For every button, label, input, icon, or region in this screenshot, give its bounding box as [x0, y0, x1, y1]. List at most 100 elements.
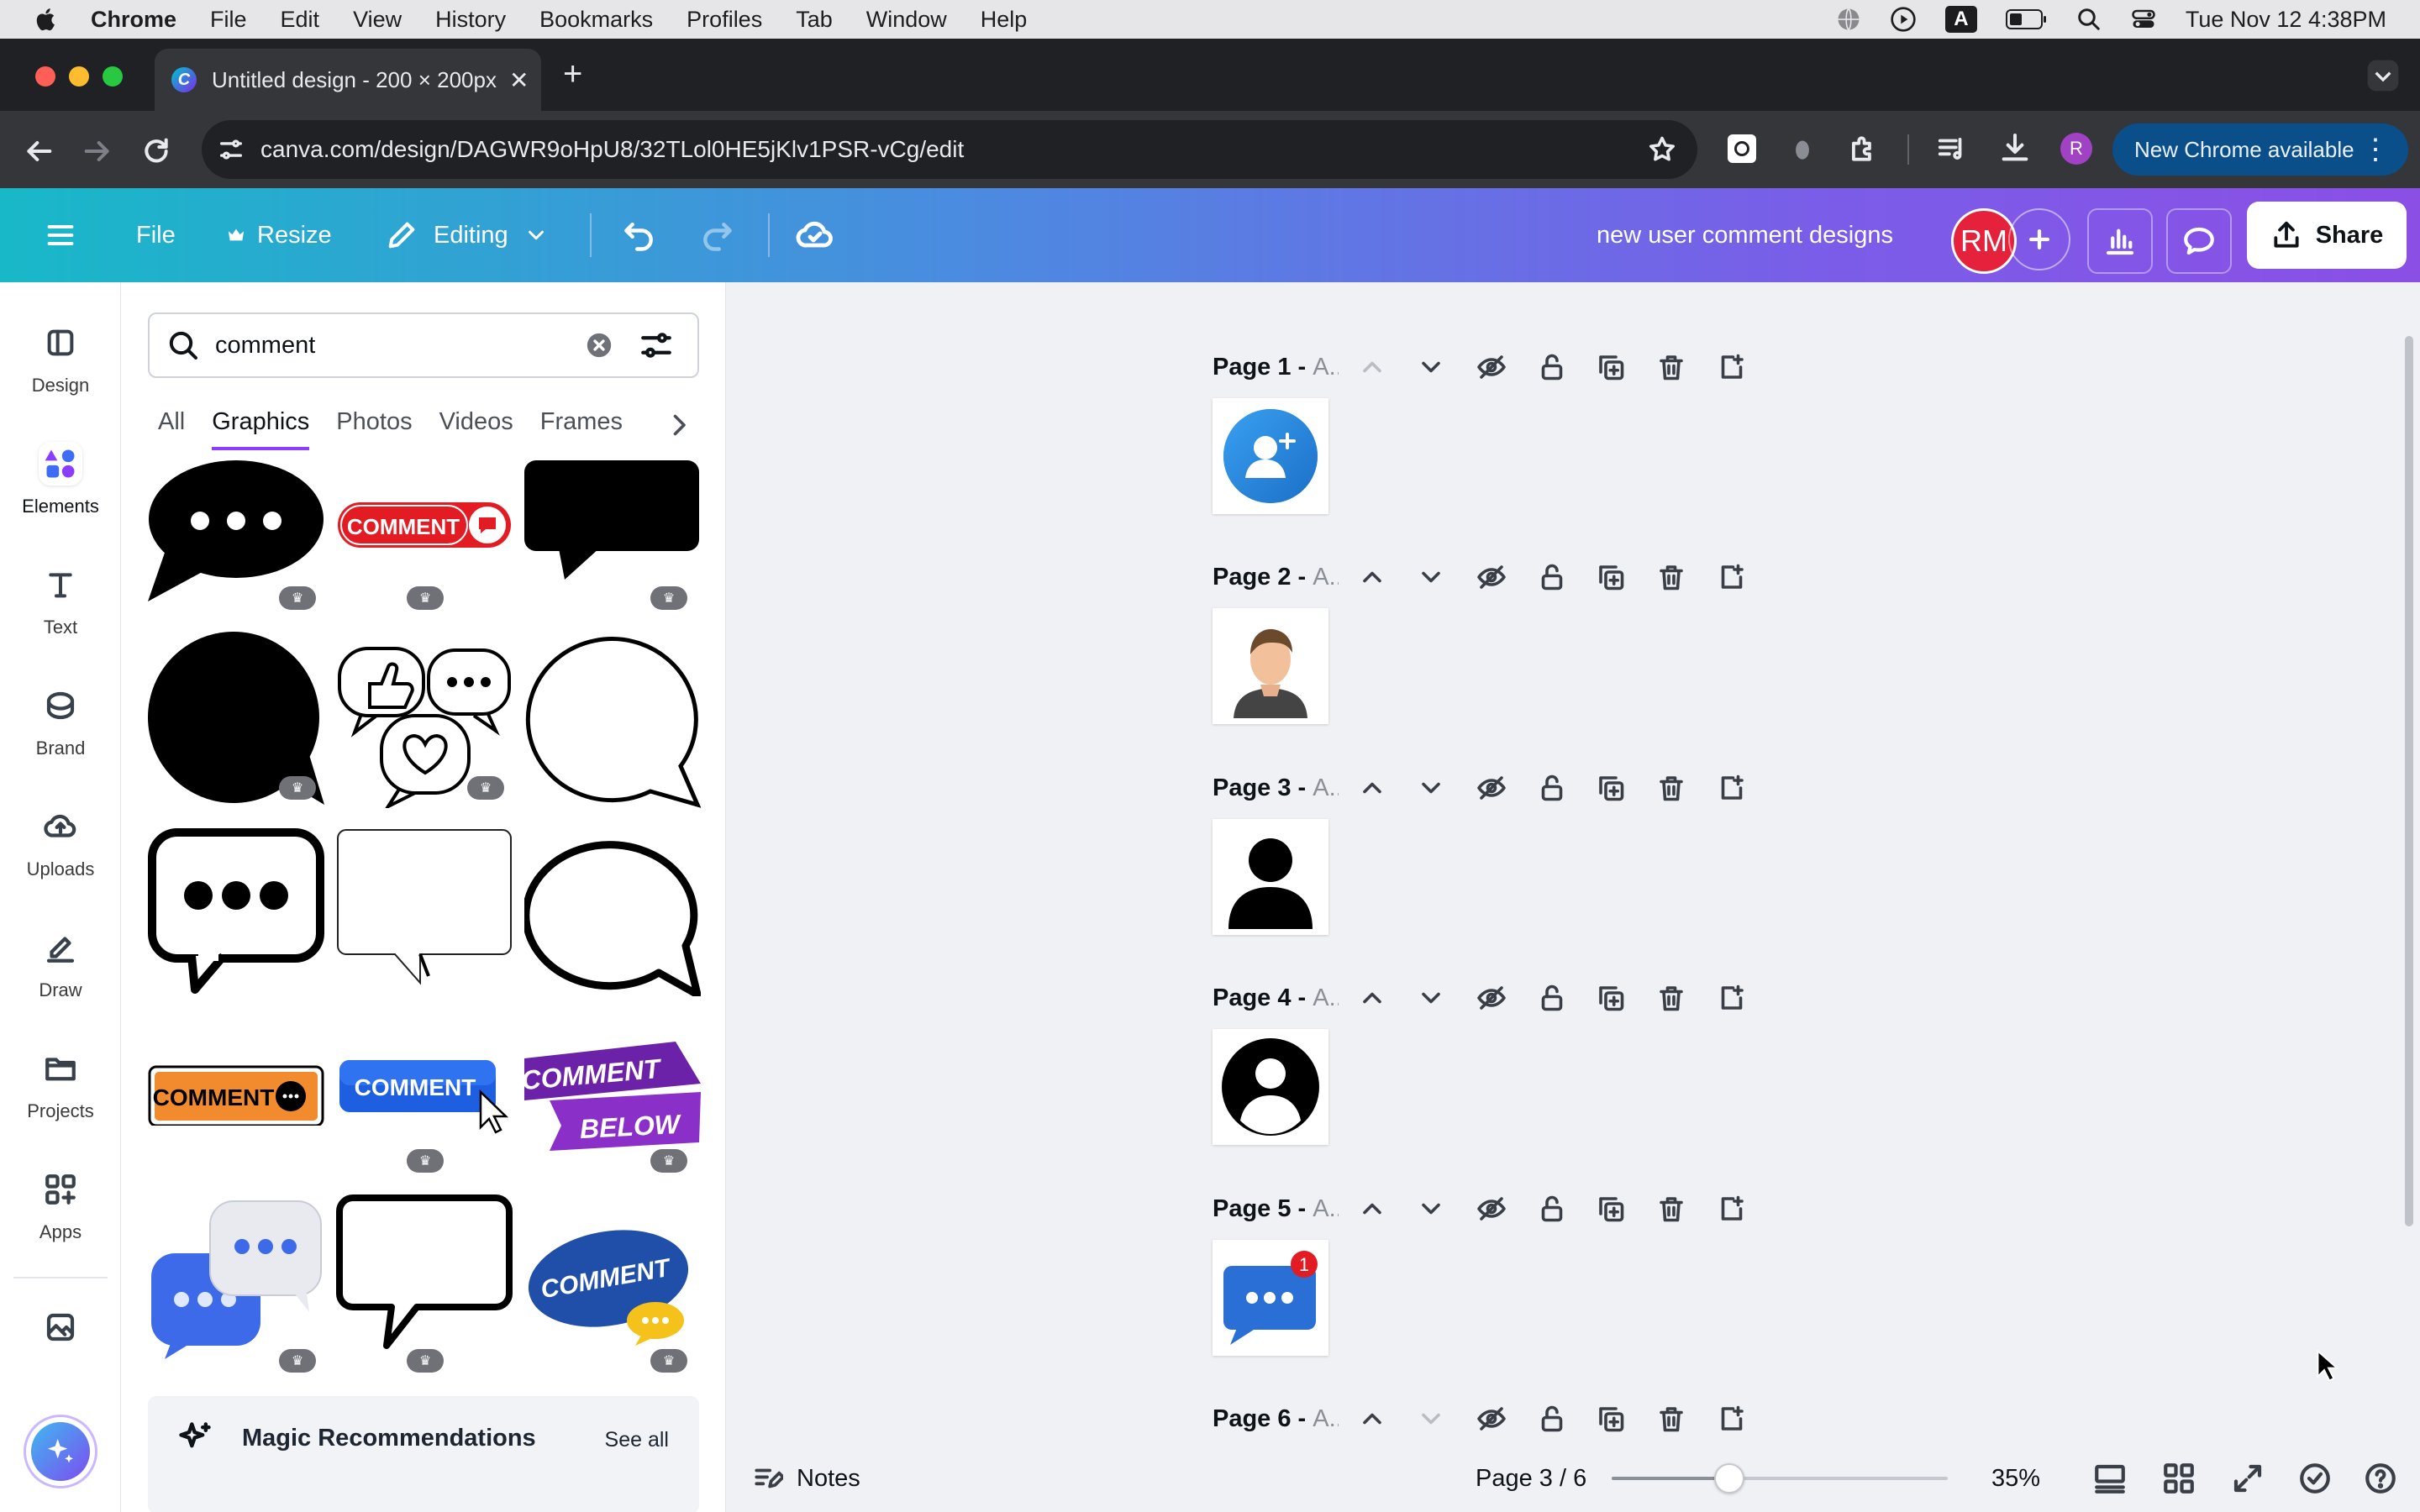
rail-text[interactable]: Text	[0, 563, 121, 638]
move-page-down-icon[interactable]	[1413, 980, 1449, 1016]
address-bar[interactable]: canva.com/design/DAGWR9oHpU8/32TLol0HE5j…	[202, 120, 1697, 179]
page-3-thumbnail-user-silhouette[interactable]	[1213, 819, 1328, 935]
page-header[interactable]: Page 6 - A...	[1213, 1398, 1339, 1440]
graphic-comment-orange-button[interactable]: COMMENT	[148, 1042, 324, 1168]
notes-button[interactable]: Notes	[751, 1462, 860, 1494]
page-5-thumbnail-chat-notification[interactable]: 1	[1213, 1240, 1328, 1356]
window-minimize-button[interactable]	[69, 66, 89, 87]
lock-page-icon[interactable]	[1534, 349, 1570, 385]
fullscreen-icon[interactable]	[2230, 1461, 2265, 1496]
move-page-down-icon[interactable]	[1413, 770, 1449, 806]
tab-graphics[interactable]: Graphics	[212, 408, 310, 450]
globe-icon[interactable]	[1836, 7, 1861, 32]
page-title[interactable]: Page 2 -	[1213, 564, 1313, 591]
window-close-button[interactable]	[35, 66, 55, 87]
page-title[interactable]: Page 3 -	[1213, 774, 1313, 801]
forward-arrow-icon[interactable]	[81, 134, 114, 168]
spotlight-search-icon[interactable]	[2076, 7, 2102, 32]
input-source-icon[interactable]: A	[1944, 6, 1977, 33]
rail-photos[interactable]	[0, 1305, 121, 1359]
rail-elements[interactable]: Elements	[0, 442, 121, 517]
add-page-icon[interactable]	[1714, 770, 1749, 806]
control-center-icon[interactable]	[2130, 7, 2157, 32]
hide-page-icon[interactable]	[1474, 559, 1509, 595]
tab-all[interactable]: All	[158, 408, 185, 450]
download-icon[interactable]	[1998, 131, 2032, 165]
main-menu-button[interactable]	[44, 188, 77, 282]
move-page-up-icon[interactable]	[1355, 349, 1390, 385]
menu-edit[interactable]: Edit	[281, 7, 320, 33]
graphic-black-rect-outline-bubble[interactable]: ♛	[336, 1194, 513, 1373]
media-controls-icon[interactable]	[1936, 133, 1968, 165]
cloud-save-status[interactable]	[795, 188, 835, 282]
page-header[interactable]: Page 5 - A...	[1213, 1188, 1339, 1230]
graphic-comment-blue-button-cursor[interactable]: COMMENT ♛	[336, 1042, 513, 1173]
grid-view-icon[interactable]	[2161, 1461, 2196, 1496]
menu-file[interactable]: File	[210, 7, 247, 33]
page-indicator[interactable]: Page 3 / 6	[1476, 1465, 1586, 1493]
move-page-down-icon[interactable]	[1413, 1401, 1449, 1436]
rail-uploads[interactable]: Uploads	[0, 805, 121, 880]
zoom-slider-track[interactable]	[1612, 1463, 1948, 1494]
extension-icon[interactable]	[1786, 133, 1818, 165]
add-page-icon[interactable]	[1714, 349, 1749, 385]
canvas-scrollbar[interactable]	[2405, 336, 2413, 1226]
duplicate-page-icon[interactable]	[1593, 1191, 1628, 1226]
zoom-level[interactable]: 35%	[1991, 1465, 2040, 1493]
hide-page-icon[interactable]	[1474, 980, 1509, 1016]
page-title[interactable]: Page 1 -	[1213, 354, 1313, 381]
filter-sliders-icon[interactable]	[639, 328, 674, 363]
lock-page-icon[interactable]	[1534, 559, 1570, 595]
menu-view[interactable]: View	[353, 7, 402, 33]
page-title[interactable]: Page 5 -	[1213, 1195, 1313, 1222]
delete-page-icon[interactable]	[1654, 1191, 1689, 1226]
rail-brand[interactable]: Brand	[0, 684, 121, 759]
menu-help[interactable]: Help	[981, 7, 1028, 33]
chrome-menu-icon[interactable]: ⋮	[2361, 135, 2390, 164]
file-menu-button[interactable]: File	[136, 188, 176, 282]
add-page-icon[interactable]	[1714, 559, 1749, 595]
lock-page-icon[interactable]	[1534, 770, 1570, 806]
search-input[interactable]	[215, 331, 576, 360]
design-title[interactable]: new user comment designs	[1597, 188, 1893, 282]
add-page-icon[interactable]	[1714, 1401, 1749, 1436]
move-page-down-icon[interactable]	[1413, 559, 1449, 595]
move-page-up-icon[interactable]	[1355, 770, 1390, 806]
rail-draw[interactable]: Draw	[0, 926, 121, 1001]
hide-page-icon[interactable]	[1474, 1401, 1509, 1436]
search-box[interactable]	[148, 312, 699, 378]
check-circle-icon[interactable]	[2297, 1461, 2333, 1496]
rail-apps[interactable]: Apps	[0, 1168, 121, 1243]
menu-tab[interactable]: Tab	[796, 7, 833, 33]
tab-photos[interactable]: Photos	[336, 408, 412, 450]
lock-page-icon[interactable]	[1534, 1191, 1570, 1226]
extension-chatgpt-icon[interactable]	[1728, 134, 1756, 163]
page-header[interactable]: Page 1 - A...	[1213, 346, 1339, 388]
duplicate-page-icon[interactable]	[1593, 559, 1628, 595]
collaborator-avatar[interactable]: RM	[1951, 208, 2017, 274]
page-header[interactable]: Page 4 - A...	[1213, 977, 1339, 1019]
window-zoom-button[interactable]	[103, 66, 123, 87]
share-button[interactable]: Share	[2247, 202, 2407, 269]
duplicate-page-icon[interactable]	[1593, 349, 1628, 385]
resize-button[interactable]: Resize	[227, 188, 332, 282]
site-info-icon[interactable]	[217, 135, 245, 164]
graphic-black-speech-bubble-dots[interactable]: ♛	[148, 460, 324, 610]
delete-page-icon[interactable]	[1654, 559, 1689, 595]
graphic-thin-rectangle-bubble[interactable]	[336, 828, 513, 996]
delete-page-icon[interactable]	[1654, 1401, 1689, 1436]
zoom-slider-thumb[interactable]	[1714, 1463, 1744, 1494]
delete-page-icon[interactable]	[1654, 980, 1689, 1016]
hide-page-icon[interactable]	[1474, 1191, 1509, 1226]
play-circle-icon[interactable]	[1890, 6, 1917, 33]
add-collaborator-button[interactable]	[2008, 208, 2070, 270]
url-text[interactable]: canva.com/design/DAGWR9oHpU8/32TLol0HE5j…	[260, 136, 964, 163]
apple-icon[interactable]	[32, 5, 60, 34]
add-page-icon[interactable]	[1714, 980, 1749, 1016]
page-title[interactable]: Page 4 -	[1213, 984, 1313, 1011]
hide-page-icon[interactable]	[1474, 770, 1509, 806]
move-page-down-icon[interactable]	[1413, 349, 1449, 385]
tab-videos[interactable]: Videos	[439, 408, 513, 450]
lock-page-icon[interactable]	[1534, 980, 1570, 1016]
graphic-comment-oval-blue[interactable]: COMMENT ♛	[524, 1194, 701, 1373]
